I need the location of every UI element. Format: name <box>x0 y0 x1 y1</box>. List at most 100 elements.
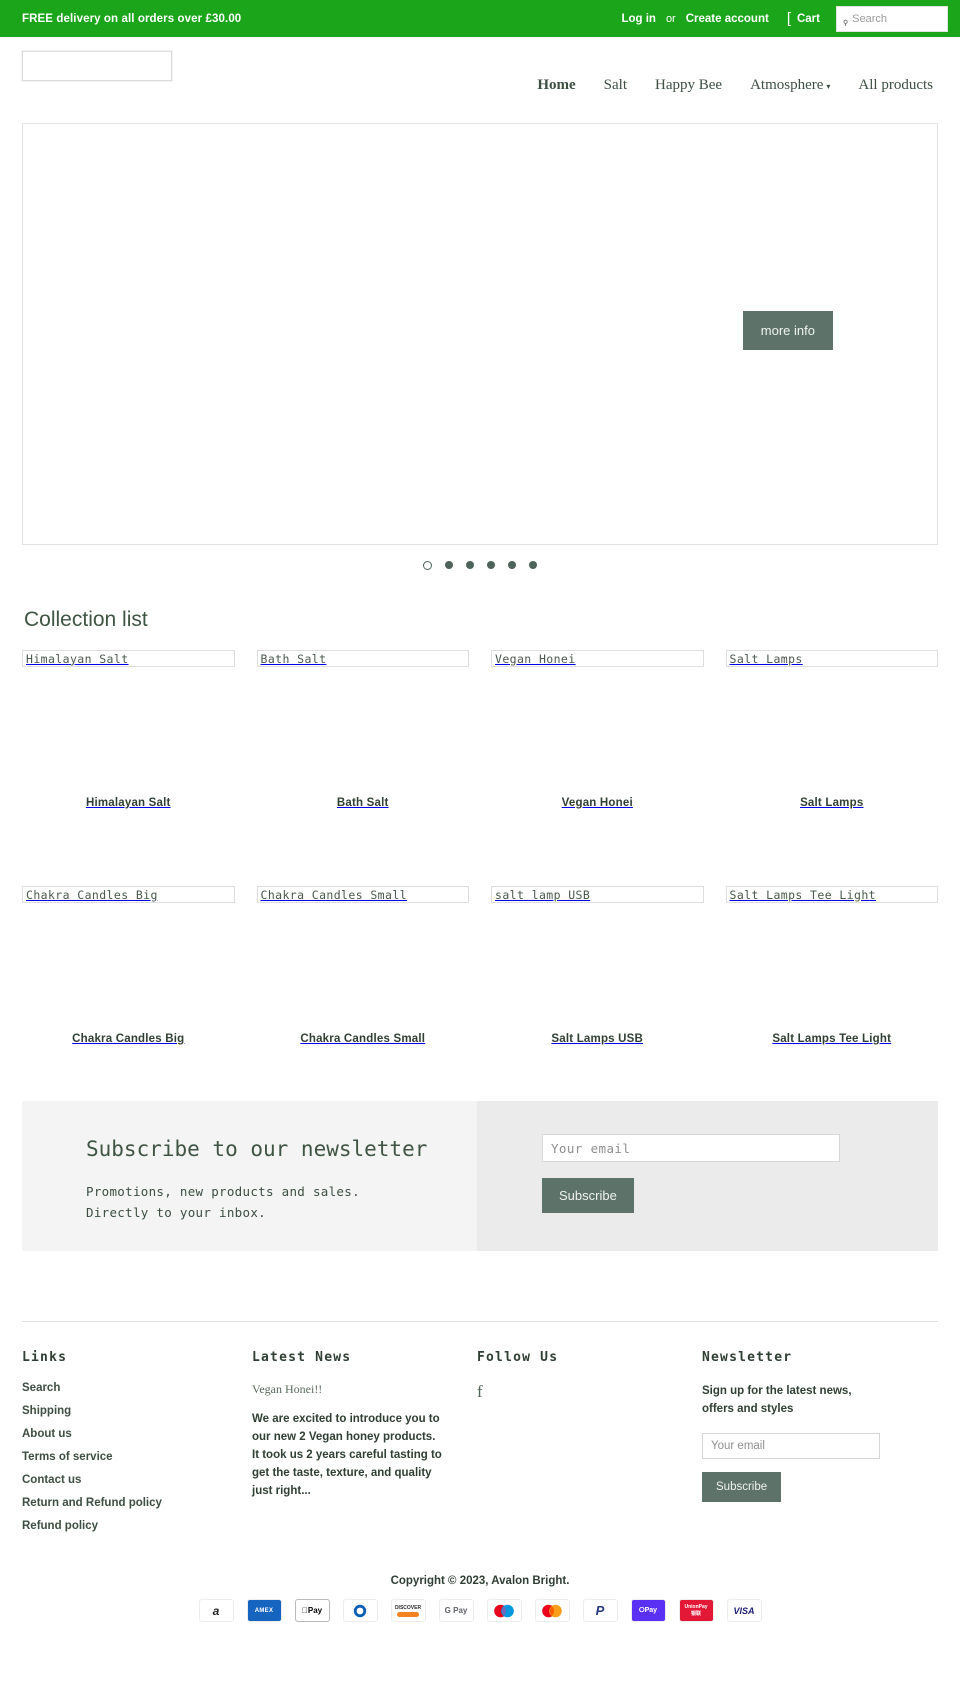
chevron-down-icon: ▾ <box>826 82 831 91</box>
collection-image-placeholder <box>491 667 704 797</box>
amazon-icon: a <box>198 1599 234 1622</box>
union-pay-icon: UnionPay 银联 <box>678 1599 714 1622</box>
collection-image-alt: Bath Salt <box>256 650 469 667</box>
footer-news-post-title[interactable]: Vegan Honei!! <box>252 1382 477 1397</box>
collection-title: Salt Lamps Tee Light <box>772 1033 892 1045</box>
collection-card-chakra-candles-small[interactable]: Chakra Candles Small Chakra Candles Smal… <box>256 886 470 1045</box>
collection-grid-row-2: Chakra Candles Big Chakra Candles Big Ch… <box>22 886 938 1045</box>
collection-card-salt-lamps[interactable]: Salt Lamps Salt Lamps <box>725 650 939 809</box>
account-actions: Log in or Create account [ Cart ⚲ Search <box>621 5 948 32</box>
apple-pay-icon: Pay <box>294 1599 330 1622</box>
collection-title: Salt Lamps <box>800 797 864 809</box>
footer-link-contact-us[interactable]: Contact us <box>22 1474 252 1486</box>
facebook-icon[interactable]: f <box>477 1382 483 1401</box>
slide-dot-2[interactable] <box>445 561 453 569</box>
collection-image-alt: Salt Lamps <box>725 650 938 667</box>
newsletter-promo-form: Your email Subscribe <box>477 1101 938 1251</box>
nav-item-all-products[interactable]: All products <box>858 77 933 94</box>
more-info-button[interactable]: more info <box>742 311 833 350</box>
collection-card-himalayan-salt[interactable]: Himalayan Salt Himalayan Salt <box>22 650 235 809</box>
footer-newsletter-subscribe-button[interactable]: Subscribe <box>702 1472 782 1502</box>
collection-card-vegan-honei[interactable]: Vegan Honei Vegan Honei <box>491 650 704 809</box>
collection-title: Salt Lamps USB <box>551 1033 644 1045</box>
nav-item-home[interactable]: Home <box>537 77 575 94</box>
newsletter-promo-line2: Directly to your inbox. <box>86 1205 266 1220</box>
shop-pay-icon: ⭘Pay <box>630 1599 666 1622</box>
footer-link-search[interactable]: Search <box>22 1382 252 1394</box>
hero-section: more info <box>0 123 960 570</box>
create-account-link[interactable]: Create account <box>686 13 769 25</box>
collection-image-alt: Himalayan Salt <box>22 650 235 667</box>
maestro-icon <box>486 1599 522 1622</box>
footer-follow-us-title: Follow Us <box>477 1350 559 1365</box>
hero-slide: more info <box>22 123 938 545</box>
collection-image-alt: Salt Lamps Tee Light <box>725 886 938 903</box>
mastercard-icon <box>534 1599 570 1622</box>
footer-column-latest-news: Latest News Vegan Honei!! We are excited… <box>252 1350 477 1543</box>
footer-column-follow-us: Follow Us f <box>477 1350 702 1543</box>
cart-label: Cart <box>796 12 820 25</box>
slideshow-pagination <box>22 561 938 570</box>
announcement-text: FREE delivery on all orders over £30.00 <box>22 12 242 25</box>
visa-icon: VISA <box>726 1599 762 1622</box>
search-input[interactable]: ⚲ Search <box>836 5 948 32</box>
footer-newsletter-email-field[interactable]: Your email <box>702 1433 880 1459</box>
page-title: Collection list <box>24 608 148 631</box>
newsletter-email-placeholder: Your email <box>551 1140 631 1156</box>
collection-title: Chakra Candles Big <box>72 1033 185 1045</box>
collection-image-placeholder <box>22 667 235 797</box>
footer-column-newsletter: Newsletter Sign up for the latest news, … <box>702 1350 938 1543</box>
collection-card-salt-lamps-usb[interactable]: salt lamp USB Salt Lamps USB <box>491 886 704 1045</box>
payment-methods: a AMEX Pay DISCOVER G Pay P ⭘Pay UnionP… <box>22 1599 938 1622</box>
collection-title: Vegan Honei <box>561 797 633 809</box>
copyright-text: Copyright © 2023, Avalon Bright. <box>390 1575 570 1587</box>
search-placeholder: Search <box>852 12 887 25</box>
newsletter-promo-line1: Promotions, new products and sales. <box>86 1184 360 1199</box>
slide-dot-4[interactable] <box>487 561 495 569</box>
collection-image-placeholder <box>257 903 470 1033</box>
collection-title: Bath Salt <box>336 797 389 809</box>
paypal-icon: P <box>582 1599 618 1622</box>
footer-news-post-excerpt: We are excited to introduce you to our n… <box>252 1413 442 1497</box>
collection-image-placeholder <box>726 667 939 797</box>
cart-link[interactable]: [ Cart <box>787 11 820 26</box>
footer-columns: Links Search Shipping About us Terms of … <box>22 1350 938 1543</box>
footer-link-return-and-refund-policy[interactable]: Return and Refund policy <box>22 1497 252 1509</box>
collection-image-alt: salt lamp USB <box>491 886 704 903</box>
collection-card-bath-salt[interactable]: Bath Salt Bath Salt <box>256 650 469 809</box>
collection-image-alt: Chakra Candles Small <box>256 886 469 903</box>
footer-link-about-us[interactable]: About us <box>22 1428 252 1440</box>
footer-column-links: Links Search Shipping About us Terms of … <box>22 1350 252 1543</box>
collection-card-salt-lamps-tee-light[interactable]: Salt Lamps Tee Light Salt Lamps Tee Ligh… <box>725 886 939 1045</box>
collection-card-chakra-candles-big[interactable]: Chakra Candles Big Chakra Candles Big <box>22 886 235 1045</box>
cart-icon: [ <box>786 10 791 27</box>
nav-item-salt[interactable]: Salt <box>604 77 627 94</box>
search-icon: ⚲ <box>843 19 849 27</box>
slide-dot-3[interactable] <box>466 561 474 569</box>
footer-newsletter-description: Sign up for the latest news, offers and … <box>702 1385 852 1415</box>
google-pay-icon: G Pay <box>438 1599 474 1622</box>
newsletter-subscribe-button[interactable]: Subscribe <box>542 1178 634 1213</box>
footer-link-terms-of-service[interactable]: Terms of service <box>22 1451 252 1463</box>
footer-links-title: Links <box>22 1350 68 1365</box>
newsletter-promo-title: Subscribe to our newsletter <box>86 1137 428 1161</box>
login-link[interactable]: Log in <box>621 13 656 25</box>
collection-image-placeholder <box>22 903 235 1033</box>
footer-link-refund-policy[interactable]: Refund policy <box>22 1520 252 1532</box>
footer-newsletter-title: Newsletter <box>702 1350 793 1365</box>
diners-club-icon <box>342 1599 378 1622</box>
nav-item-atmosphere[interactable]: Atmosphere ▾ <box>750 77 830 94</box>
discover-icon: DISCOVER <box>390 1599 426 1622</box>
newsletter-email-field[interactable]: Your email <box>542 1134 840 1162</box>
nav-item-happy-bee[interactable]: Happy Bee <box>655 77 722 94</box>
site-logo[interactable] <box>22 51 172 81</box>
nav-item-atmosphere-label: Atmosphere <box>750 77 824 93</box>
collection-image-placeholder <box>491 903 704 1033</box>
slide-dot-1[interactable] <box>423 561 432 570</box>
footer-link-shipping[interactable]: Shipping <box>22 1405 252 1417</box>
slide-dot-6[interactable] <box>529 561 537 569</box>
footer-newsletter-email-placeholder: Your email <box>711 1440 765 1452</box>
collection-list-section: Collection list Himalayan Salt Himalayan… <box>0 608 960 1045</box>
slide-dot-5[interactable] <box>508 561 516 569</box>
collection-image-placeholder <box>726 903 939 1033</box>
